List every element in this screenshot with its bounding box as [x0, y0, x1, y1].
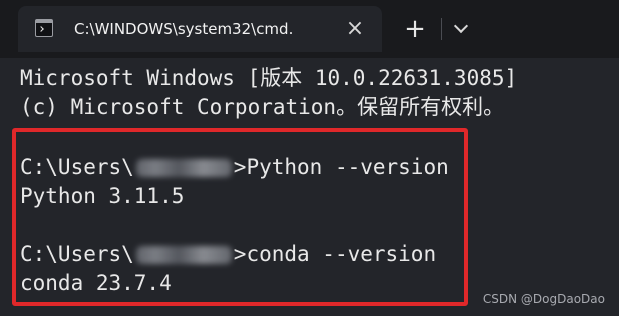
new-tab-button[interactable]: + [402, 16, 428, 42]
watermark: CSDN @DogDaoDao [482, 292, 605, 306]
tab-title: C:\WINDOWS\system32\cmd. [74, 20, 294, 38]
tab-separator [441, 18, 442, 40]
chevron-down-icon[interactable] [452, 20, 470, 38]
close-icon[interactable]: × [344, 18, 366, 40]
highlight-annotation-box [12, 128, 468, 306]
terminal-line-version: Microsoft Windows [版本 10.0.22631.3085] [20, 66, 518, 90]
terminal-icon [35, 19, 53, 37]
terminal-line-copyright: (c) Microsoft Corporation。保留所有权利。 [20, 95, 505, 119]
terminal-window: C:\WINDOWS\system32\cmd. × + Microsoft W… [0, 0, 619, 316]
tab-cmd[interactable]: C:\WINDOWS\system32\cmd. × [18, 6, 382, 52]
tab-bar: C:\WINDOWS\system32\cmd. × + [0, 0, 619, 58]
